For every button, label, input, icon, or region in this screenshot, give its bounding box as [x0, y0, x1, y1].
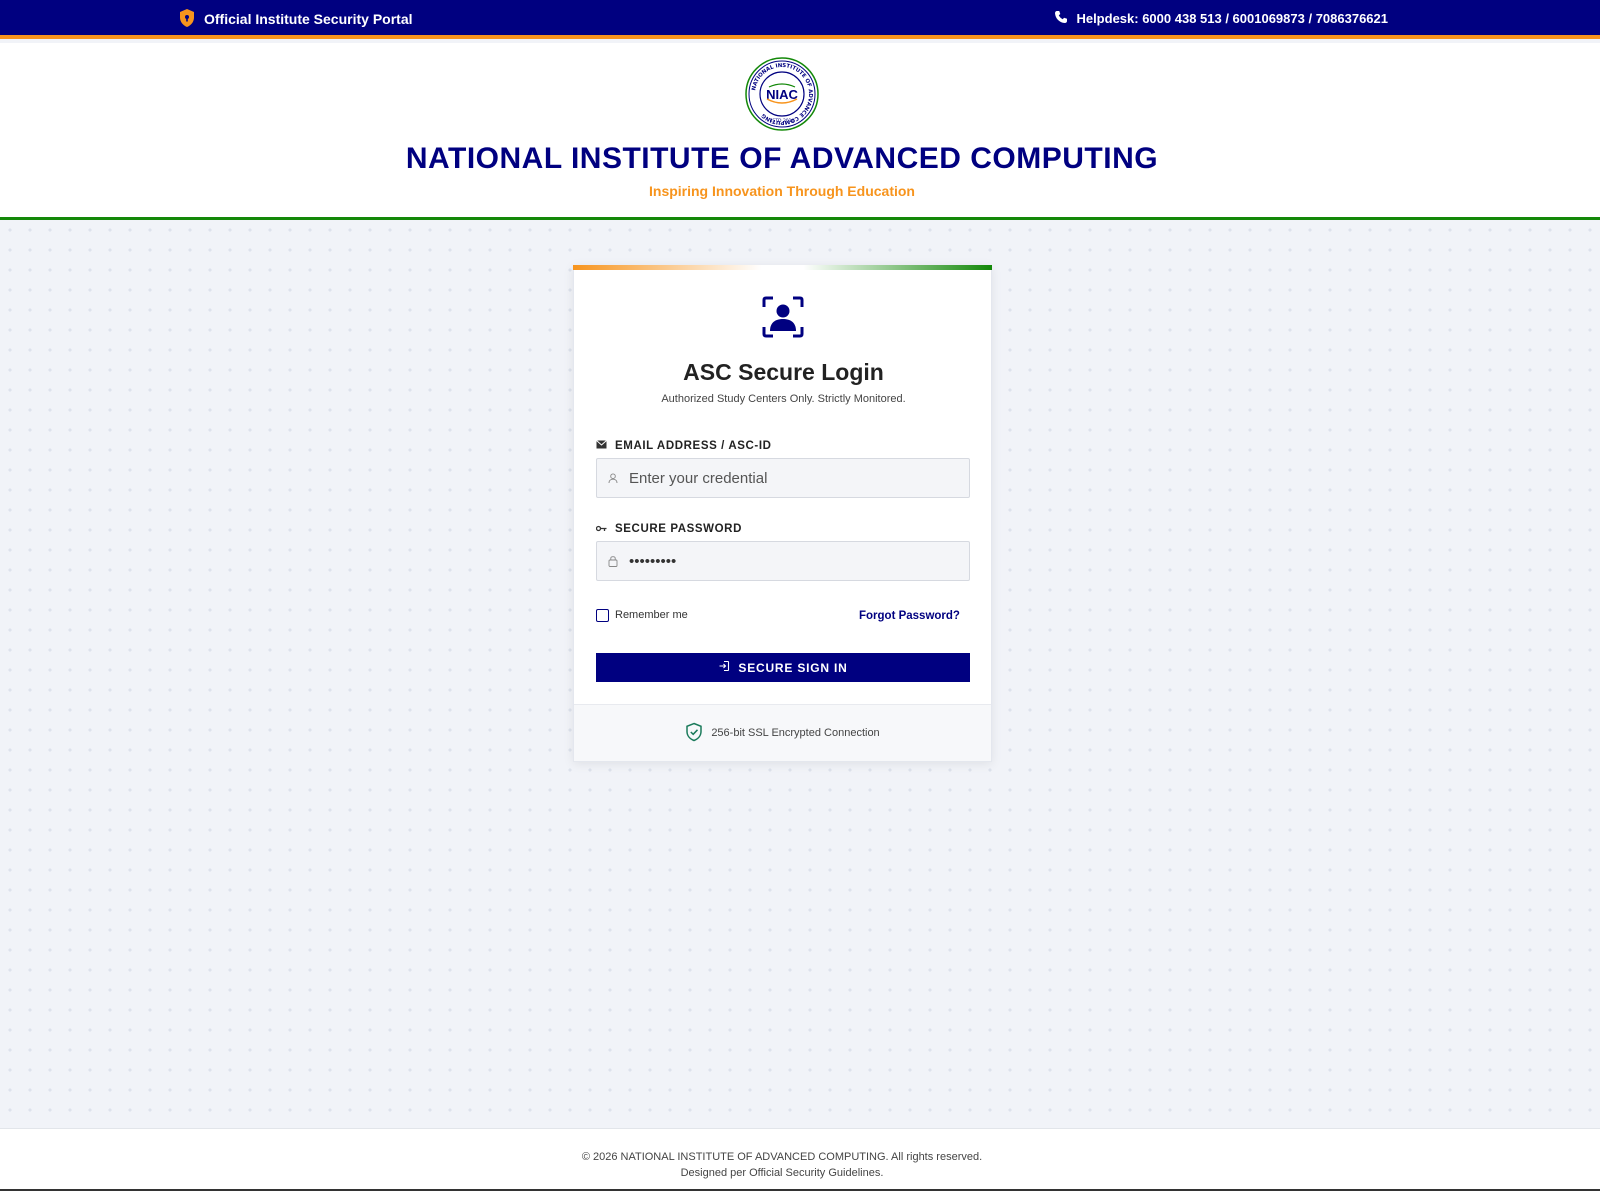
email-field-box [596, 458, 970, 498]
top-bar: Official Institute Security Portal Helpd… [0, 0, 1600, 39]
institute-name: NATIONAL INSTITUTE OF ADVANCED COMPUTING [405, 142, 1159, 175]
site-footer: © 2026 NATIONAL INSTITUTE OF ADVANCED CO… [0, 1128, 1600, 1191]
shield-check-icon [685, 722, 703, 745]
ssl-notice: 256-bit SSL Encrypted Connection [574, 704, 991, 761]
helpdesk-numbers: Helpdesk: 6000 438 513 / 6001069873 / 70… [1076, 10, 1388, 26]
password-label-text: SECURE PASSWORD [615, 523, 742, 535]
ssl-label: 256-bit SSL Encrypted Connection [711, 727, 880, 739]
login-subtitle: Authorized Study Centers Only. Strictly … [661, 393, 906, 405]
login-title: ASC Secure Login [683, 359, 884, 385]
tricolor-stripe [573, 265, 992, 270]
login-card: ASC Secure Login Authorized Study Center… [573, 265, 992, 762]
helpdesk-group: Helpdesk: 6000 438 513 / 6001069873 / 70… [1054, 9, 1388, 27]
forgot-password-link[interactable]: Forgot Password? [859, 610, 960, 622]
remember-checkbox[interactable] [596, 608, 609, 622]
institute-logo: NATIONAL INSTITUTE OF ADVANCE COMPUTING … [745, 57, 819, 131]
remember-me[interactable]: Remember me [596, 607, 688, 623]
password-label: SECURE PASSWORD [595, 522, 742, 536]
secure-sign-in-button[interactable]: SECURE SIGN IN [596, 653, 970, 682]
svg-text:NIAC: NIAC [766, 87, 798, 102]
portal-label: Official Institute Security Portal [204, 11, 413, 27]
email-label-text: EMAIL ADDRESS / ASC-ID [615, 440, 772, 452]
sign-in-label: SECURE SIGN IN [738, 660, 848, 675]
key-icon [595, 523, 607, 535]
sign-in-icon [718, 660, 730, 675]
portal-label-group: Official Institute Security Portal [178, 8, 413, 31]
user-icon [597, 472, 629, 484]
phone-icon [1054, 10, 1068, 27]
copyright-text: © 2026 NATIONAL INSTITUTE OF ADVANCED CO… [581, 1151, 983, 1163]
lock-icon [597, 555, 629, 567]
remember-label: Remember me [615, 609, 688, 621]
site-header: NATIONAL INSTITUTE OF ADVANCE COMPUTING … [0, 43, 1600, 220]
password-input[interactable] [629, 543, 949, 579]
guidelines-text: Designed per Official Security Guideline… [680, 1167, 884, 1179]
email-input[interactable] [629, 460, 949, 496]
envelope-icon [596, 440, 607, 452]
user-scan-icon [762, 296, 804, 338]
shield-lock-icon [178, 8, 196, 31]
email-label: EMAIL ADDRESS / ASC-ID [596, 439, 772, 453]
svg-text:ESTD 2016: ESTD 2016 [770, 118, 795, 124]
password-field-box [596, 541, 970, 581]
tagline: Inspiring Innovation Through Education [649, 183, 915, 199]
